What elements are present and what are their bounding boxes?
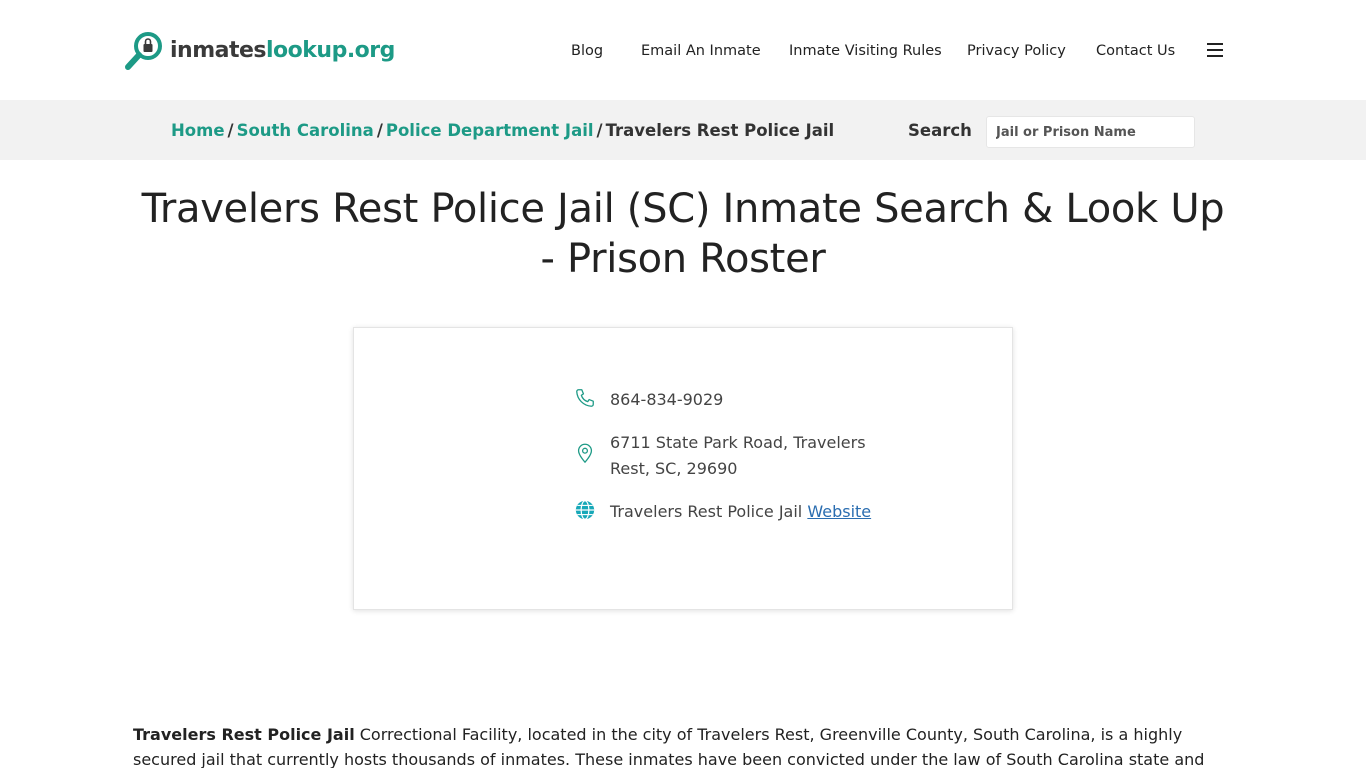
breadcrumb-police-department-jail[interactable]: Police Department Jail <box>386 121 594 140</box>
intro-paragraph: Travelers Rest Police Jail Correctional … <box>133 722 1233 768</box>
website-link[interactable]: Website <box>807 502 871 521</box>
nav-contact-us[interactable]: Contact Us <box>1096 40 1175 62</box>
phone-number[interactable]: 864-834-9029 <box>610 387 723 413</box>
breadcrumb-current: Travelers Rest Police Jail <box>605 121 835 140</box>
globe-icon <box>574 499 596 521</box>
location-pin-icon <box>574 442 596 464</box>
site-logo[interactable]: inmateslookup.org <box>124 30 395 72</box>
breadcrumb-south-carolina[interactable]: South Carolina <box>237 121 374 140</box>
intro-facility-name: Travelers Rest Police Jail <box>133 725 355 744</box>
nav-email-an-inmate[interactable]: Email An Inmate <box>641 40 761 62</box>
page-title: Travelers Rest Police Jail (SC) Inmate S… <box>141 186 1225 282</box>
website-prefix: Travelers Rest Police Jail <box>610 502 803 521</box>
nav-privacy-policy[interactable]: Privacy Policy <box>967 40 1066 62</box>
search-input[interactable] <box>986 116 1195 148</box>
breadcrumb-separator: / <box>376 121 383 140</box>
breadcrumb-separator: / <box>227 121 234 140</box>
logo-text: inmateslookup.org <box>170 40 395 62</box>
breadcrumb-home[interactable]: Home <box>171 121 225 140</box>
search-label: Search <box>908 121 972 140</box>
phone-icon <box>574 387 596 409</box>
nav-blog[interactable]: Blog <box>571 40 603 62</box>
logo-text-part2: lookup.org <box>266 38 395 63</box>
contact-card: 864-834-9029 6711 State Park Road, Trave… <box>353 327 1013 610</box>
site-header: inmateslookup.org Blog Email An Inmate I… <box>0 0 1366 100</box>
website-text: Travelers Rest Police Jail Website <box>610 499 871 525</box>
address-row: 6711 State Park Road, Travelers Rest, SC… <box>574 430 904 482</box>
phone-row: 864-834-9029 <box>574 387 723 413</box>
breadcrumb-separator: / <box>596 121 603 140</box>
hamburger-icon[interactable] <box>1207 43 1223 57</box>
logo-text-part1: inmates <box>170 38 267 63</box>
address-text: 6711 State Park Road, Travelers Rest, SC… <box>610 433 866 478</box>
website-row: Travelers Rest Police Jail Website <box>574 499 871 525</box>
magnifier-lock-icon <box>124 30 164 72</box>
breadcrumb: Home / South Carolina / Police Department Ja… <box>171 120 834 142</box>
nav-inmate-visiting-rules[interactable]: Inmate Visiting Rules <box>789 40 942 62</box>
